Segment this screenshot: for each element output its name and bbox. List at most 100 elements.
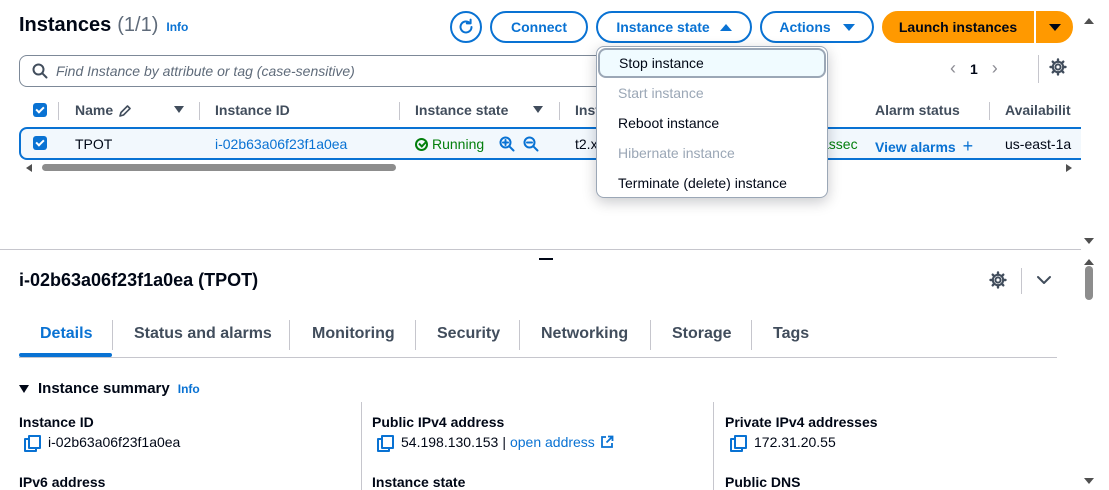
instance-state-cell: Running (415, 136, 484, 152)
zoom-out-icon[interactable] (523, 136, 539, 152)
info-link[interactable]: Info (166, 20, 188, 34)
public-ipv4-label: Public IPv4 address (372, 414, 505, 430)
tab-status-and-alarms[interactable]: Status and alarms (134, 325, 272, 343)
edit-icon (119, 105, 131, 117)
menu-item-terminate-instance[interactable]: Terminate (delete) instance (597, 168, 827, 198)
select-all-checkbox[interactable] (33, 103, 47, 117)
scroll-left-icon[interactable] (26, 164, 32, 172)
table-header: Name Instance ID Instance state Inst Ala… (19, 98, 1081, 124)
private-ipv4-label: Private IPv4 addresses (725, 414, 878, 430)
instance-type: t2.x (575, 136, 598, 152)
column-divider (199, 102, 200, 120)
tab-networking[interactable]: Networking (541, 325, 628, 343)
scroll-up-icon[interactable] (1084, 18, 1094, 24)
copy-icon[interactable] (377, 434, 394, 452)
instance-state-button[interactable]: Instance state (596, 11, 752, 43)
zoom-in-icon[interactable] (499, 136, 515, 152)
instance-summary-header[interactable]: Instance summary Info (19, 380, 200, 397)
horizontal-scrollbar[interactable] (26, 163, 1072, 173)
view-alarms-link[interactable]: View alarms + (875, 136, 973, 157)
column-header-name[interactable]: Name (75, 102, 113, 118)
menu-item-stop-instance[interactable]: Stop instance (598, 48, 826, 78)
tab-monitoring[interactable]: Monitoring (312, 325, 395, 343)
prev-page-icon[interactable]: ‹ (950, 58, 956, 79)
launch-dropdown-button[interactable] (1036, 11, 1073, 43)
view-alarms-label: View alarms (875, 139, 956, 155)
column-divider (399, 102, 400, 120)
table-row[interactable]: TPOT i-02b63a06f23f1a0ea Running t2.x as… (19, 127, 1081, 160)
public-ipv4-text: 54.198.130.153 (401, 434, 499, 450)
gear-icon[interactable] (989, 271, 1007, 289)
row-checkbox[interactable] (33, 136, 47, 150)
caret-down-icon (842, 23, 855, 31)
search-box[interactable] (19, 55, 629, 87)
tab-tags[interactable]: Tags (773, 325, 809, 343)
column-header-instance-state[interactable]: Instance state (415, 102, 508, 118)
detail-tabs: Details Status and alarms Monitoring Sec… (19, 320, 1057, 358)
check-circle-icon (415, 138, 428, 151)
search-input[interactable] (56, 63, 616, 79)
detail-title: i-02b63a06f23f1a0ea (TPOT) (19, 270, 259, 290)
caret-down-icon (19, 384, 29, 393)
column-header-instance-id[interactable]: Instance ID (215, 102, 290, 118)
sort-icon[interactable] (533, 106, 543, 113)
gear-icon[interactable] (1049, 58, 1067, 76)
tab-storage[interactable]: Storage (672, 325, 732, 343)
copy-icon[interactable] (24, 434, 41, 452)
connect-button[interactable]: Connect (490, 11, 588, 43)
open-address-link[interactable]: open address (510, 434, 595, 450)
column-divider (989, 102, 990, 120)
private-ipv4-text: 172.31.20.55 (754, 434, 836, 450)
vertical-scrollbar[interactable] (1081, 0, 1109, 490)
scroll-down-icon[interactable] (1084, 478, 1094, 484)
info-link[interactable]: Info (178, 382, 200, 396)
menu-item-reboot-instance[interactable]: Reboot instance (597, 108, 827, 138)
chevron-down-icon[interactable] (1036, 274, 1052, 286)
external-link-icon[interactable] (600, 435, 614, 449)
instance-name: TPOT (75, 136, 113, 152)
menu-item-start-instance: Start instance (618, 85, 704, 101)
refresh-button[interactable] (450, 11, 482, 43)
tab-divider (650, 320, 651, 350)
sort-icon[interactable] (174, 106, 184, 113)
instance-id-link[interactable]: i-02b63a06f23f1a0ea (215, 136, 347, 152)
public-ipv4-value: 54.198.130.153 | open address (377, 434, 614, 452)
column-divider (559, 102, 560, 120)
ipv6-label: IPv6 address (19, 474, 106, 490)
public-dns-label: Public DNS (725, 474, 801, 490)
instance-state-field-label: Instance state (372, 474, 466, 490)
private-ipv4-value: 172.31.20.55 (730, 434, 836, 452)
actions-button[interactable]: Actions (760, 11, 874, 43)
scroll-thumb[interactable] (1085, 266, 1093, 300)
scroll-down-icon[interactable] (1084, 238, 1094, 244)
state-text: Running (432, 136, 485, 152)
page-title: Instances (19, 14, 112, 36)
column-divider (58, 102, 59, 120)
column-header-alarm-status[interactable]: Alarm status (875, 102, 960, 118)
caret-up-icon (719, 23, 732, 31)
resize-handle[interactable] (539, 258, 553, 260)
separator: | (502, 434, 506, 450)
summary-title: Instance summary (38, 380, 170, 397)
tab-security[interactable]: Security (437, 325, 500, 343)
availability-zone: us-east-1a (1005, 136, 1072, 152)
column-divider (713, 402, 714, 490)
actions-label: Actions (779, 19, 831, 35)
caret-down-icon (1048, 23, 1061, 31)
column-header-availability[interactable]: Availabilit (1005, 102, 1071, 118)
scroll-up-icon[interactable] (1084, 259, 1094, 265)
tab-divider (519, 320, 520, 350)
refresh-icon (459, 18, 473, 34)
page-number[interactable]: 1 (970, 61, 978, 77)
instance-id-text: i-02b63a06f23f1a0ea (48, 434, 181, 450)
tab-details[interactable]: Details (40, 325, 92, 343)
tab-divider (751, 320, 752, 350)
next-page-icon[interactable]: › (992, 58, 998, 79)
scroll-right-icon[interactable] (1066, 164, 1072, 172)
menu-item-hibernate-instance: Hibernate instance (618, 145, 735, 161)
copy-icon[interactable] (730, 434, 747, 452)
instance-state-label: Instance state (616, 19, 710, 35)
scroll-thumb[interactable] (42, 164, 396, 171)
tab-divider (112, 320, 113, 350)
launch-instances-button[interactable]: Launch instances (882, 11, 1034, 43)
